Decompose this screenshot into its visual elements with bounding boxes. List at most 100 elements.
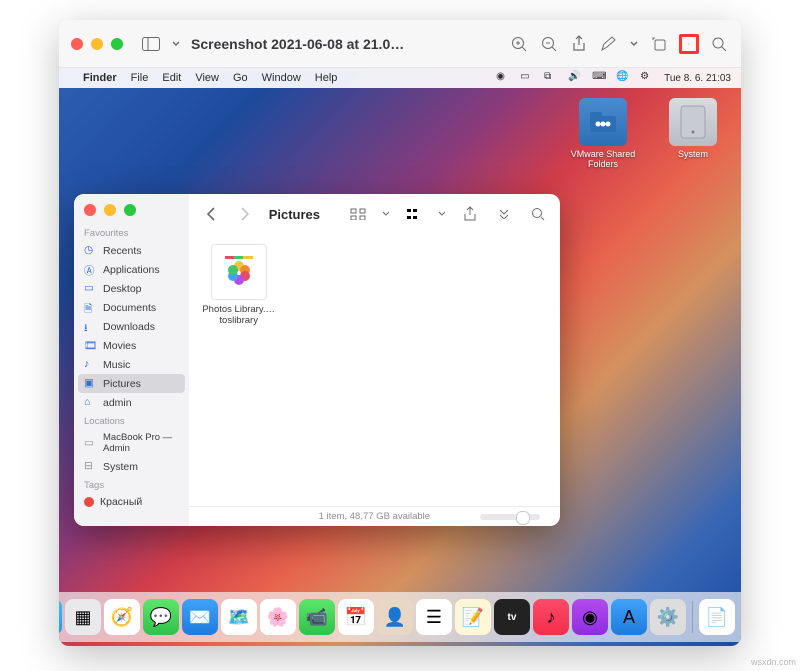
minimize-dot[interactable] [104,204,116,216]
home-icon: ⌂ [84,396,97,409]
preview-title: Screenshot 2021-06-08 at 21.0… [191,36,404,52]
dock-finder[interactable]: 🙂 [59,599,62,635]
menu-go[interactable]: Go [233,72,248,84]
finder-body[interactable]: Photos Library.…toslibrary [189,234,560,506]
desktop-icon-area: VMware Shared Folders System [567,98,729,169]
dock-maps[interactable]: 🗺️ [221,599,257,635]
sidebar-item-music[interactable]: ♪Music [74,355,189,374]
preview-traffic-lights[interactable] [71,38,123,50]
sidebar-tag-red[interactable]: Красный [74,493,189,511]
icon-size-slider[interactable] [480,514,540,520]
dock-appstore[interactable]: A [611,599,647,635]
dock-music[interactable]: ♪ [533,599,569,635]
dock-launchpad[interactable]: ▦ [65,599,101,635]
desktop-icon-label: VMware Shared Folders [567,149,639,169]
drive-icon [669,98,717,146]
desktop-icon-vmware[interactable]: VMware Shared Folders [567,98,639,169]
finder-status-bar: 1 item, 48,77 GB available [189,506,560,526]
language-icon[interactable]: 🌐 [616,71,630,85]
search-icon[interactable] [528,204,548,224]
chevron-down-icon[interactable] [629,34,639,54]
chevron-down-icon[interactable] [382,204,390,224]
sidebar-group-favourites: Favourites [74,224,189,241]
finder-status-text: 1 item, 48,77 GB available [319,511,430,522]
finder-traffic-lights[interactable] [74,202,181,224]
minimize-dot[interactable] [91,38,103,50]
sound-icon[interactable]: 🔊 [568,71,582,85]
watermark: wsxdn.com [751,657,796,667]
back-icon[interactable] [201,204,221,224]
dock-safari[interactable]: 🧭 [104,599,140,635]
dock-photos[interactable]: 🌸 [260,599,296,635]
zoom-in-icon[interactable] [509,34,529,54]
finder-toolbar: Pictures [189,194,560,234]
dock-downloads-stack[interactable]: 📄 [699,599,735,635]
menu-window[interactable]: Window [262,72,301,84]
dock-contacts[interactable]: 👤 [377,599,413,635]
file-item-label: Photos Library.…toslibrary [201,304,277,326]
search-icon[interactable] [709,34,729,54]
menu-file[interactable]: File [131,72,149,84]
close-dot[interactable] [71,38,83,50]
sidebar-item-system[interactable]: ⊟System [74,457,189,476]
finder-title: Pictures [269,207,320,222]
sidebar-item-applications[interactable]: ⒶApplications [74,260,189,279]
doc-icon: 🗎 [84,301,97,314]
dock-trash[interactable]: 🗑️ [738,599,741,635]
sidebar-item-macbook[interactable]: ▭MacBook Pro — Admin [74,429,189,457]
control-center-icon[interactable]: ⚙ [640,71,654,85]
dock-podcasts[interactable]: ◉ [572,599,608,635]
dock-mail[interactable]: ✉️ [182,599,218,635]
more-icon[interactable] [494,204,514,224]
sidebar-toggle-icon[interactable] [141,34,161,54]
view-icons-icon[interactable] [348,204,368,224]
sidebar-item-movies[interactable]: 🎞Movies [74,336,189,355]
group-icon[interactable] [404,204,424,224]
menubar-datetime[interactable]: Tue 8. 6. 21:03 [664,73,731,84]
finder-main: Pictures [189,194,560,526]
menu-edit[interactable]: Edit [162,72,181,84]
markup-pencil-icon[interactable] [599,34,619,54]
sidebar-item-downloads[interactable]: ⭳Downloads [74,317,189,336]
desktop-icon-system[interactable]: System [657,98,729,169]
menubar: Finder File Edit View Go Window Help ◉ ▭… [59,68,741,88]
chevron-down-icon[interactable] [438,204,446,224]
record-icon[interactable]: ◉ [496,71,510,85]
dock-notes[interactable]: 📝 [455,599,491,635]
dock-tv[interactable]: tv [494,599,530,635]
sidebar-item-admin[interactable]: ⌂admin [74,393,189,412]
file-item-photos-library[interactable]: Photos Library.…toslibrary [201,244,277,326]
display-icon[interactable]: ▭ [520,71,534,85]
share-icon[interactable] [460,204,480,224]
menubar-app[interactable]: Finder [83,72,117,84]
finder-sidebar: Favourites ◷Recents ⒶApplications ▭Deskt… [74,194,189,526]
sidebar-item-desktop[interactable]: ▭Desktop [74,279,189,298]
sidebar-item-recents[interactable]: ◷Recents [74,241,189,260]
dock-facetime[interactable]: 📹 [299,599,335,635]
sidebar-item-documents[interactable]: 🗎Documents [74,298,189,317]
photos-library-icon [211,244,267,300]
movie-icon: 🎞 [84,339,97,352]
picture-icon: ▣ [84,377,97,390]
keyboard-icon[interactable]: ⌨ [592,71,606,85]
forward-icon[interactable] [235,204,255,224]
close-dot[interactable] [84,204,96,216]
markup-toolbar-icon[interactable] [679,34,699,54]
zoom-dot[interactable] [111,38,123,50]
menu-help[interactable]: Help [315,72,338,84]
zoom-out-icon[interactable] [539,34,559,54]
dock-calendar[interactable]: 📅 [338,599,374,635]
dock-messages[interactable]: 💬 [143,599,179,635]
menu-view[interactable]: View [195,72,219,84]
share-icon[interactable] [569,34,589,54]
dock-reminders[interactable]: ☰ [416,599,452,635]
dock-sysprefs[interactable]: ⚙️ [650,599,686,635]
chevron-down-icon[interactable] [171,34,181,54]
tag-dot-icon [84,497,94,507]
rotate-icon[interactable] [649,34,669,54]
screen-mirror-icon[interactable]: ⧉ [544,71,558,85]
dock: 🙂▦🧭💬✉️🗺️🌸📹📅👤☰📝tv♪◉A⚙️ 📄🗑️ [59,592,741,642]
zoom-dot[interactable] [124,204,136,216]
drive-icon: ⊟ [84,460,97,473]
sidebar-item-pictures[interactable]: ▣Pictures [78,374,185,393]
